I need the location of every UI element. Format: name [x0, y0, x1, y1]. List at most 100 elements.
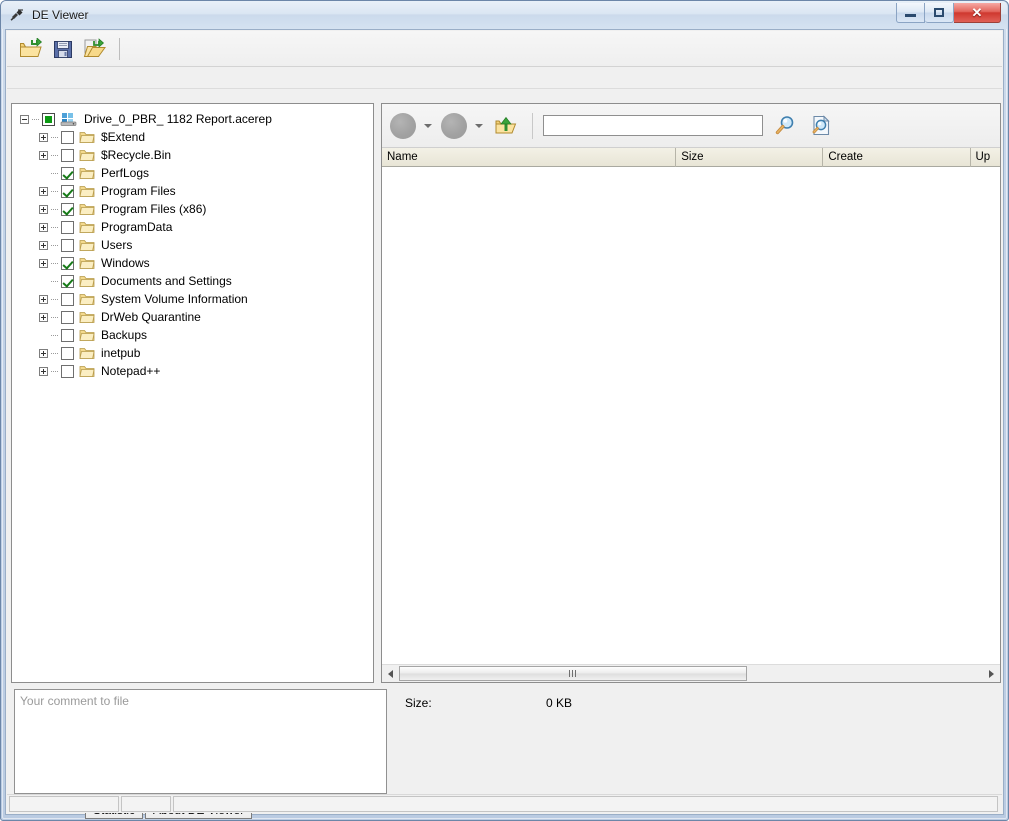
close-button[interactable]: ✕ — [954, 3, 1001, 23]
tree-connector — [51, 155, 59, 156]
tree-item-checkbox[interactable] — [61, 311, 74, 324]
expand-expander-icon[interactable] — [39, 259, 48, 268]
tree-connector — [51, 371, 59, 372]
navigate-back-button[interactable] — [390, 113, 416, 139]
expand-expander-icon[interactable] — [39, 295, 48, 304]
file-toolbar-separator — [532, 113, 533, 139]
tree-item-checkbox[interactable] — [61, 131, 74, 144]
collapse-expander-icon[interactable] — [20, 115, 29, 124]
title-bar[interactable]: DE Viewer ✕ — [1, 1, 1007, 29]
tree-item-checkbox[interactable] — [61, 347, 74, 360]
tree-item-inetpub[interactable]: inetpub — [12, 344, 373, 362]
scrollbar-track[interactable] — [399, 665, 983, 682]
tree-item-program-files[interactable]: Program Files — [12, 182, 373, 200]
tree-item-notepad[interactable]: Notepad++ — [12, 362, 373, 380]
tree-item-users[interactable]: Users — [12, 236, 373, 254]
size-label: Size: — [405, 696, 432, 710]
expand-expander-icon[interactable] — [39, 205, 48, 214]
tree-item-perflogs[interactable]: PerfLogs — [12, 164, 373, 182]
app-icon — [9, 7, 25, 23]
tree-connector — [51, 317, 59, 318]
expand-expander-icon[interactable] — [39, 313, 48, 322]
folder-icon — [79, 274, 95, 288]
tree-connector — [51, 245, 59, 246]
status-cell-2 — [121, 796, 171, 812]
tree-connector — [51, 173, 59, 174]
expand-expander-icon[interactable] — [39, 133, 48, 142]
expand-expander-icon[interactable] — [39, 367, 48, 376]
comment-input[interactable] — [14, 689, 387, 794]
navigate-forward-button[interactable] — [441, 113, 467, 139]
expand-expander-icon[interactable] — [39, 187, 48, 196]
tree-item-checkbox[interactable] — [61, 221, 74, 234]
save-report-button[interactable] — [49, 35, 77, 63]
drive-icon — [60, 112, 78, 126]
tree-item-backups[interactable]: Backups — [12, 326, 373, 344]
tree-item-checkbox[interactable] — [61, 293, 74, 306]
expand-expander-icon[interactable] — [39, 223, 48, 232]
maximize-button[interactable] — [925, 3, 954, 23]
folder-icon — [79, 166, 95, 180]
file-list-column-header[interactable]: NameSizeCreateUp — [382, 148, 1000, 167]
tree-item-list: $Extend $Recycle.Bin PerfLogs Program Fi… — [12, 128, 373, 380]
expand-expander-icon[interactable] — [39, 349, 48, 358]
folder-icon — [79, 238, 95, 252]
tree-item-recycle-bin[interactable]: $Recycle.Bin — [12, 146, 373, 164]
expand-expander-icon[interactable] — [39, 151, 48, 160]
folder-icon — [79, 310, 95, 324]
tree-item-label: Program Files (x86) — [101, 202, 206, 216]
column-header-up[interactable]: Up — [971, 148, 1001, 167]
open-report-button[interactable] — [17, 35, 45, 63]
forward-history-chevron-down-icon[interactable] — [475, 124, 483, 128]
toolbar-second-strip — [7, 67, 1002, 89]
folder-icon — [79, 148, 95, 162]
tree-root-checkbox[interactable] — [42, 113, 55, 126]
tree-item-label: Notepad++ — [101, 364, 160, 378]
navigate-up-button[interactable] — [492, 112, 520, 140]
tree-item-programdata[interactable]: ProgramData — [12, 218, 373, 236]
tree-connector — [51, 353, 59, 354]
close-icon: ✕ — [972, 6, 983, 19]
status-cell-3 — [173, 796, 998, 812]
tree-item-system-volume-information[interactable]: System Volume Information — [12, 290, 373, 308]
tree-item-checkbox[interactable] — [61, 149, 74, 162]
tree-item-program-files-x86[interactable]: Program Files (x86) — [12, 200, 373, 218]
tree-item-checkbox[interactable] — [61, 185, 74, 198]
minimize-button[interactable] — [896, 3, 925, 23]
chevron-right-icon — [989, 670, 994, 678]
tree-item-checkbox[interactable] — [61, 257, 74, 270]
tree-item-checkbox[interactable] — [61, 329, 74, 342]
file-panel-toolbar — [382, 104, 1000, 148]
tree-item-windows[interactable]: Windows — [12, 254, 373, 272]
column-header-size[interactable]: Size — [676, 148, 823, 167]
expand-expander-icon[interactable] — [39, 241, 48, 250]
scroll-left-button[interactable] — [382, 665, 399, 682]
main-toolbar — [7, 31, 1002, 67]
file-list-horizontal-scrollbar[interactable] — [382, 664, 1000, 682]
search-button[interactable] — [771, 112, 799, 140]
folder-icon — [79, 202, 95, 216]
application-window: DE Viewer ✕ — [0, 0, 1009, 821]
tree-item-documents-and-settings[interactable]: Documents and Settings — [12, 272, 373, 290]
export-button[interactable] — [81, 35, 109, 63]
client-area: Drive_0_PBR_ 1182 Report.acerep $Extend … — [5, 29, 1004, 815]
tree-item-checkbox[interactable] — [61, 167, 74, 180]
tree-item-drweb-quarantine[interactable]: DrWeb Quarantine — [12, 308, 373, 326]
tree-item-checkbox[interactable] — [61, 275, 74, 288]
scrollbar-thumb[interactable] — [399, 666, 747, 681]
tree-item-checkbox[interactable] — [61, 365, 74, 378]
tree-item-checkbox[interactable] — [61, 203, 74, 216]
search-input[interactable] — [543, 115, 763, 136]
folder-tree-panel[interactable]: Drive_0_PBR_ 1182 Report.acerep $Extend … — [11, 103, 374, 683]
scroll-right-button[interactable] — [983, 665, 1000, 682]
tree-item-label: PerfLogs — [101, 166, 149, 180]
tree-root-row[interactable]: Drive_0_PBR_ 1182 Report.acerep — [12, 110, 373, 128]
tree-connector — [51, 227, 59, 228]
tree-item-checkbox[interactable] — [61, 239, 74, 252]
column-header-create[interactable]: Create — [823, 148, 970, 167]
search-in-file-button[interactable] — [807, 112, 835, 140]
column-header-name[interactable]: Name — [382, 148, 676, 167]
tree-item-extend[interactable]: $Extend — [12, 128, 373, 146]
file-list-body[interactable] — [382, 167, 1000, 683]
back-history-chevron-down-icon[interactable] — [424, 124, 432, 128]
